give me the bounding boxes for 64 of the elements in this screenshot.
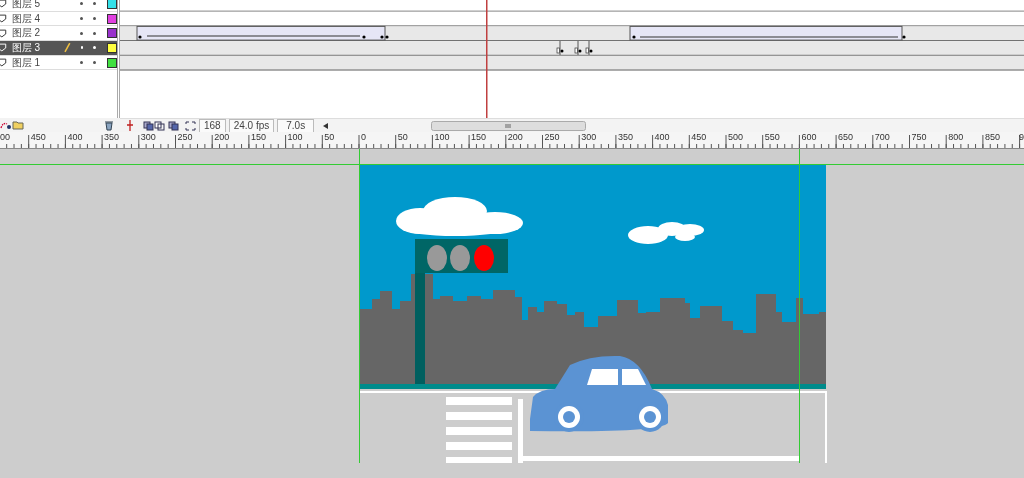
ruler-label: 500 bbox=[728, 132, 744, 142]
ruler-label: 750 bbox=[911, 132, 927, 142]
visibility-dot[interactable] bbox=[80, 46, 84, 50]
ruler-label: 0 bbox=[361, 132, 366, 142]
layer-name: 图层 1 bbox=[11, 55, 42, 70]
ruler-label: 00 bbox=[0, 132, 10, 142]
ruler-label: 150 bbox=[250, 132, 266, 142]
ruler-label: 650 bbox=[838, 132, 854, 142]
lock-dot[interactable] bbox=[93, 2, 97, 6]
layer-row[interactable]: 图层 4 bbox=[0, 11, 117, 27]
outline-color-swatch[interactable] bbox=[107, 0, 117, 9]
layer-name: 图层 4 bbox=[11, 11, 42, 26]
layer-row[interactable]: 图层 3 bbox=[0, 41, 117, 56]
layer-name: 图层 3 bbox=[11, 40, 42, 55]
lock-dot[interactable] bbox=[93, 31, 97, 35]
ruler-label: 300 bbox=[581, 132, 597, 142]
ruler-label: 300 bbox=[140, 132, 156, 142]
ruler-label: 700 bbox=[874, 132, 890, 142]
ruler-label: 100 bbox=[287, 132, 303, 142]
onion-markers-icon[interactable] bbox=[185, 120, 196, 131]
lock-dot[interactable] bbox=[93, 46, 97, 50]
folder-icon[interactable] bbox=[12, 120, 24, 130]
ruler-label: 250 bbox=[544, 132, 560, 142]
outline-color-swatch[interactable] bbox=[107, 28, 117, 39]
scroll-left-icon[interactable] bbox=[323, 122, 330, 129]
ruler-label: 250 bbox=[177, 132, 193, 142]
ruler-label: 200 bbox=[507, 132, 523, 142]
onion-skin-icon[interactable] bbox=[143, 120, 165, 131]
current-frame: 168 bbox=[199, 118, 226, 133]
visibility-dot[interactable] bbox=[80, 31, 84, 35]
lock-dot[interactable] bbox=[93, 61, 97, 65]
ruler-label: 50 bbox=[324, 132, 335, 142]
lock-dot[interactable] bbox=[93, 17, 97, 21]
pencil-icon bbox=[63, 42, 72, 53]
layer-name: 图层 2 bbox=[11, 26, 42, 41]
outline-color-swatch[interactable] bbox=[107, 42, 117, 53]
elapsed-time: 7.0s bbox=[277, 118, 315, 133]
frame-rate: 24.0 fps bbox=[228, 118, 275, 133]
ruler-label: 200 bbox=[214, 132, 230, 142]
center-frame-icon[interactable] bbox=[126, 120, 134, 131]
ruler-label: 100 bbox=[434, 132, 450, 142]
ruler-label: 400 bbox=[654, 132, 670, 142]
ruler-label: 800 bbox=[948, 132, 964, 142]
outline-color-swatch[interactable] bbox=[107, 13, 117, 24]
visibility-dot[interactable] bbox=[80, 17, 84, 21]
trash-icon[interactable] bbox=[104, 119, 114, 131]
ruler-label: 850 bbox=[984, 132, 1000, 142]
ruler-label: 50 bbox=[397, 132, 408, 142]
add-layer-icon[interactable] bbox=[0, 120, 12, 130]
ruler-label: 9 bbox=[1019, 132, 1024, 142]
ruler-label: 400 bbox=[67, 132, 83, 142]
ruler-label: 450 bbox=[691, 132, 707, 142]
ruler-label: 600 bbox=[801, 132, 817, 142]
ruler-label: 350 bbox=[617, 132, 633, 142]
layer-row[interactable]: 图层 1 bbox=[0, 55, 117, 71]
outline-color-swatch[interactable] bbox=[107, 57, 117, 68]
visibility-dot[interactable] bbox=[80, 61, 84, 65]
ruler-label: 350 bbox=[104, 132, 120, 142]
edit-frames-icon[interactable] bbox=[168, 120, 179, 131]
ruler-label: 450 bbox=[30, 132, 46, 142]
ruler-label: 150 bbox=[471, 132, 487, 142]
scrollbar-thumb[interactable] bbox=[431, 120, 587, 131]
visibility-dot[interactable] bbox=[80, 2, 84, 6]
ruler-label: 550 bbox=[764, 132, 780, 142]
